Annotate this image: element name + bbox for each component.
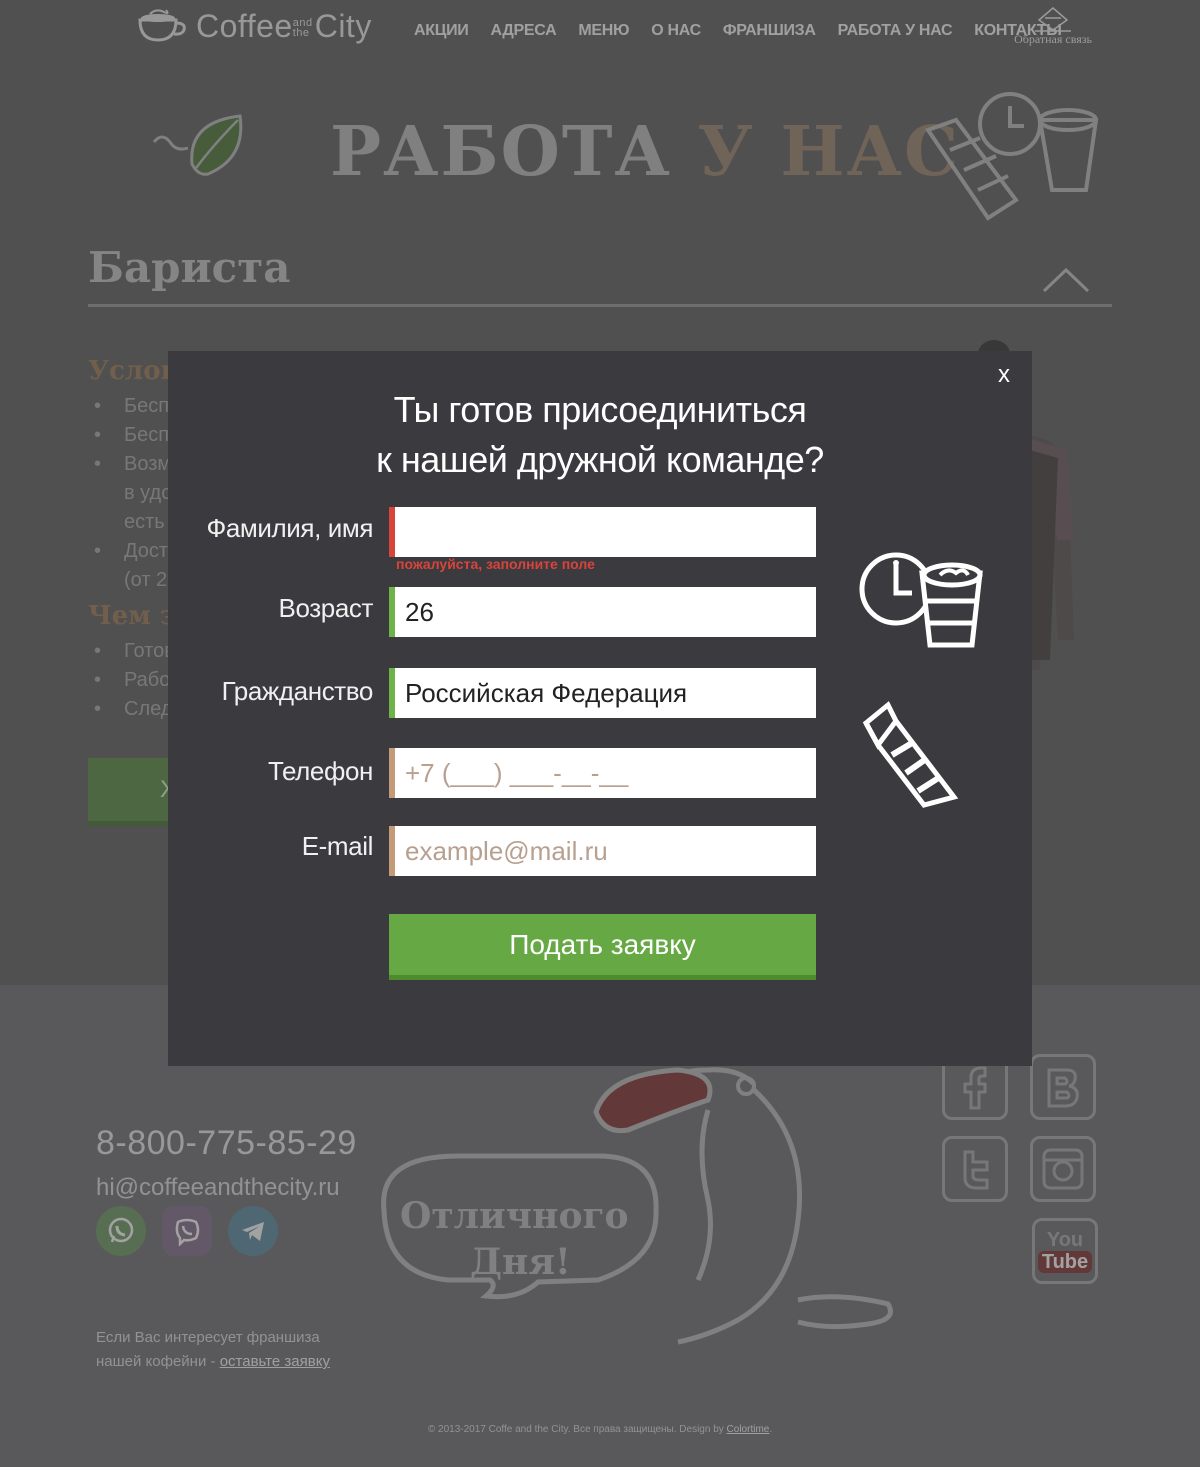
modal-title-line2: к нашей дружной команде? (376, 439, 824, 480)
phone-input[interactable] (389, 748, 816, 798)
modal-title: Ты готов присоединиться к нашей дружной … (168, 385, 1032, 485)
age-input[interactable] (389, 587, 816, 637)
modal-title-line1: Ты готов присоединиться (393, 389, 807, 430)
email-input[interactable] (389, 826, 816, 876)
age-label: Возраст (278, 593, 374, 623)
submit-application-button[interactable]: Подать заявку (389, 914, 816, 980)
necktie-icon (862, 701, 959, 808)
phone-label: Телефон (267, 756, 373, 786)
name-label: Фамилия, имя (206, 513, 373, 543)
clock-and-coffee-icon (859, 552, 983, 648)
citizenship-input[interactable] (389, 668, 816, 718)
email-label: E-mail (301, 831, 374, 861)
job-application-modal: x Ты готов присоединиться к нашей дружно… (168, 351, 1032, 1066)
name-error-message: пожалуйста, заполните поле (396, 556, 595, 572)
citizenship-label: Гражданство (221, 676, 374, 706)
name-input[interactable] (389, 507, 816, 557)
